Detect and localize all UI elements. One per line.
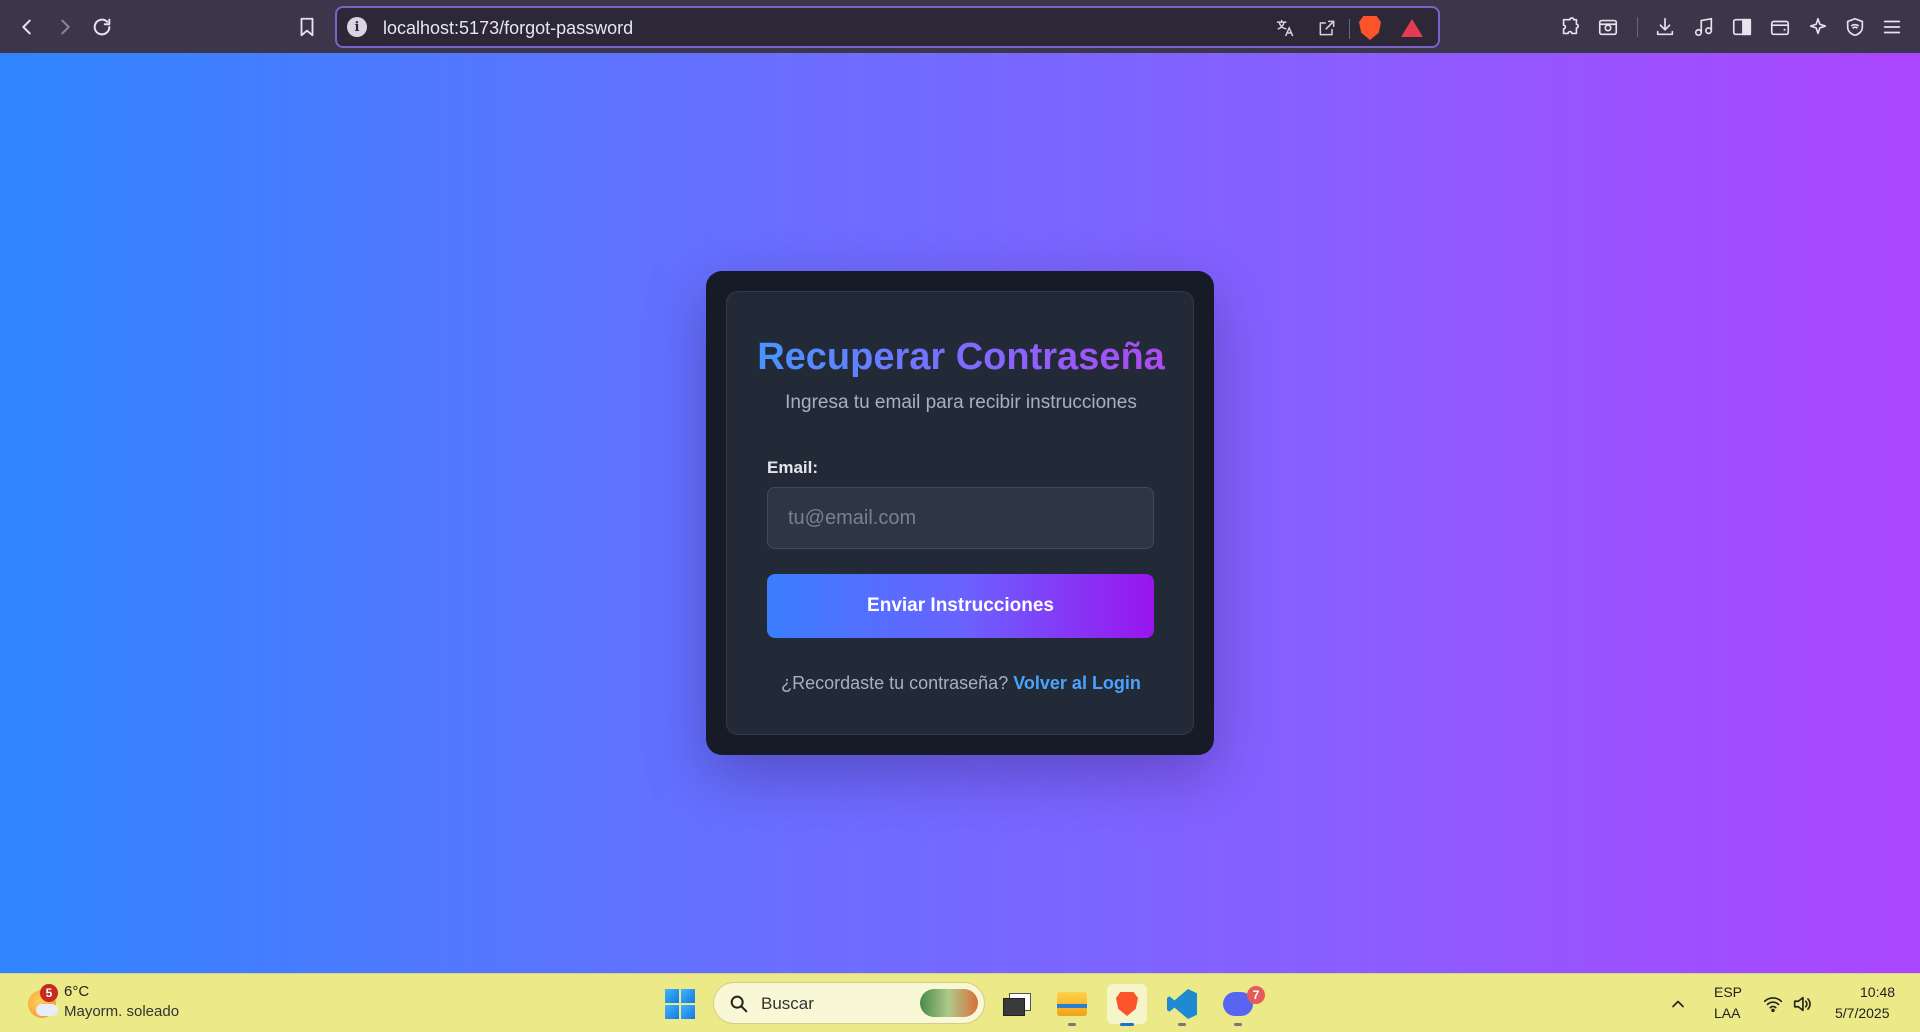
task-view-button[interactable] — [996, 984, 1036, 1024]
leo-ai-icon[interactable] — [1803, 12, 1833, 42]
card-body: Recuperar Contraseña Ingresa tu email pa… — [726, 291, 1194, 735]
weather-temperature[interactable]: 6°C — [64, 983, 89, 1000]
clock-date[interactable]: 5/7/2025 — [1835, 1005, 1890, 1021]
discord-notification-badge: 7 — [1247, 986, 1265, 1004]
footer-prompt: ¿Recordaste tu contraseña? — [781, 673, 1009, 693]
page-title: Recuperar Contraseña — [727, 336, 1195, 379]
forward-button[interactable] — [50, 12, 80, 42]
windows-logo-icon — [665, 989, 679, 1003]
bookmark-button[interactable] — [292, 12, 322, 42]
brave-icon — [1116, 992, 1138, 1016]
discord-icon: 7 — [1223, 986, 1265, 1016]
email-label: Email: — [767, 458, 819, 477]
music-icon[interactable] — [1689, 12, 1719, 42]
forgot-password-card: Recuperar Contraseña Ingresa tu email pa… — [706, 271, 1214, 755]
brave-taskbar-button[interactable] — [1107, 984, 1147, 1026]
keyboard-layout-indicator[interactable]: LAA — [1714, 1005, 1740, 1021]
back-to-login-link[interactable]: Volver al Login — [1013, 673, 1141, 693]
search-icon — [730, 995, 748, 1013]
email-input[interactable] — [767, 487, 1154, 549]
volume-icon[interactable] — [1791, 993, 1813, 1015]
weather-widget[interactable]: 5 — [26, 984, 66, 1024]
bookmark-icon — [300, 17, 314, 37]
back-button[interactable] — [12, 12, 42, 42]
address-bar[interactable]: i localhost:5173/forgot-password — [335, 6, 1440, 48]
weather-condition[interactable]: Mayorm. soleado — [64, 1003, 179, 1020]
url-text[interactable]: localhost:5173/forgot-password — [383, 18, 633, 39]
search-placeholder: Buscar — [761, 994, 814, 1013]
menu-icon[interactable] — [1877, 12, 1907, 42]
weather-badge: 5 — [40, 984, 58, 1002]
search-highlight-image — [920, 989, 978, 1017]
back-to-login-text: ¿Recordaste tu contraseña? Volver al Log… — [727, 673, 1195, 694]
clock-time[interactable]: 10:48 — [1860, 984, 1895, 1000]
cloud-icon — [36, 1004, 58, 1016]
active-indicator — [1120, 1023, 1134, 1026]
browser-toolbar: i localhost:5173/forgot-password — [0, 0, 1920, 53]
site-info-icon[interactable]: i — [347, 17, 367, 37]
running-indicator — [1068, 1023, 1076, 1026]
toolbar-divider — [1637, 17, 1638, 37]
brave-rewards-icon[interactable] — [1399, 15, 1425, 41]
start-button[interactable] — [665, 989, 695, 1019]
wifi-icon[interactable] — [1762, 993, 1784, 1015]
translate-icon[interactable] — [1272, 15, 1298, 41]
vscode-icon — [1167, 989, 1197, 1019]
reload-button[interactable] — [87, 12, 117, 42]
downloads-icon[interactable] — [1650, 12, 1680, 42]
sidebar-icon[interactable] — [1727, 12, 1757, 42]
brave-shields-icon[interactable] — [1357, 15, 1383, 41]
task-view-icon — [1003, 993, 1031, 1016]
send-instructions-button[interactable]: Enviar Instrucciones — [767, 574, 1154, 638]
vscode-button[interactable] — [1162, 984, 1202, 1026]
page-subtitle: Ingresa tu email para recibir instruccio… — [785, 392, 1137, 413]
windows-taskbar: 5 6°C Mayorm. soleado Buscar 7 ESP LAA 1… — [0, 973, 1920, 1032]
taskbar-search[interactable]: Buscar — [713, 982, 985, 1024]
vpn-icon[interactable] — [1840, 12, 1870, 42]
extensions-icon[interactable] — [1555, 12, 1585, 42]
running-indicator — [1234, 1023, 1242, 1026]
language-indicator[interactable]: ESP — [1714, 984, 1742, 1000]
screenshot-icon[interactable] — [1593, 12, 1623, 42]
page-background: Recuperar Contraseña Ingresa tu email pa… — [0, 53, 1920, 973]
running-indicator — [1178, 1023, 1186, 1026]
chevron-up-icon[interactable] — [1668, 994, 1688, 1014]
url-divider — [1349, 19, 1350, 39]
reload-icon — [93, 18, 111, 36]
chevron-left-icon — [22, 19, 31, 35]
chevron-right-icon — [61, 19, 70, 35]
folder-icon — [1057, 992, 1087, 1016]
file-explorer-button[interactable] — [1052, 984, 1092, 1026]
share-icon[interactable] — [1314, 15, 1340, 41]
wallet-icon[interactable] — [1765, 12, 1795, 42]
discord-button[interactable]: 7 — [1218, 984, 1265, 1026]
